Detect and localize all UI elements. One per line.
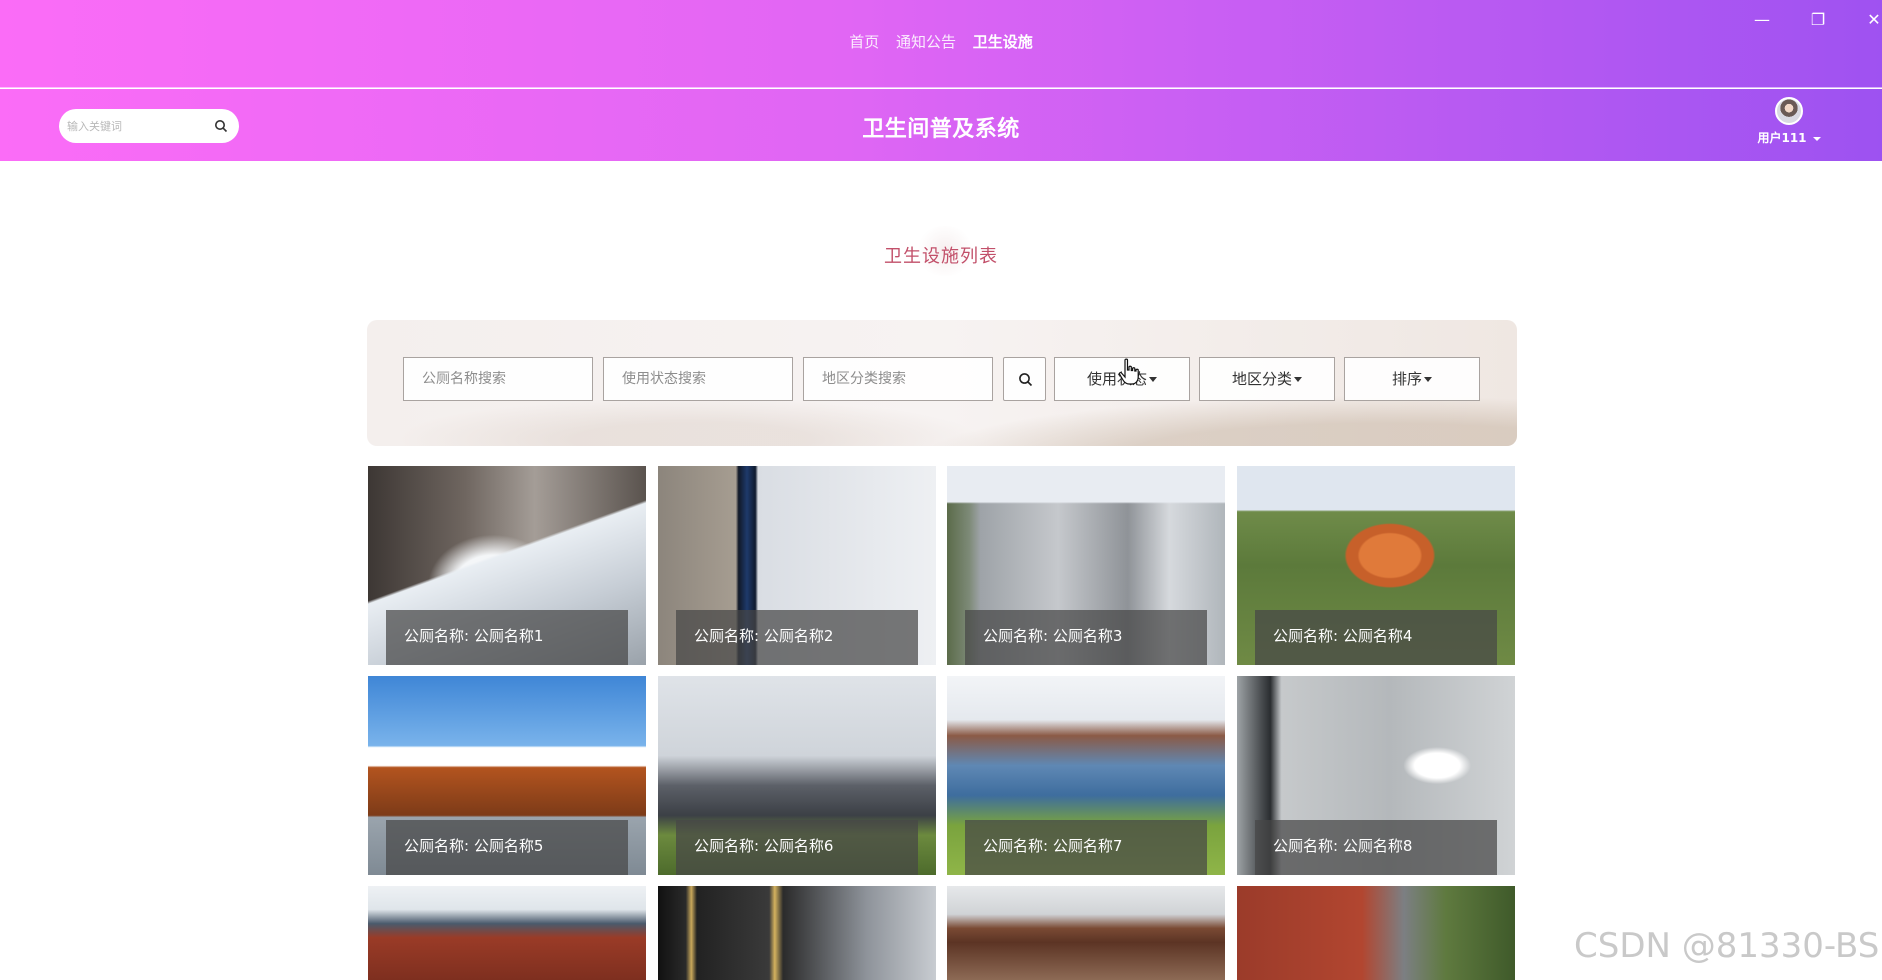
search-icon <box>1019 373 1033 387</box>
site-header: 卫生间普及系统 用户111 <box>0 89 1882 161</box>
facility-card[interactable]: 公厕名称: 公厕名称4 <box>1237 466 1515 665</box>
facility-card[interactable] <box>947 886 1225 980</box>
nav-link-home[interactable]: 首页 <box>849 31 879 52</box>
page-title: 卫生设施列表 <box>884 246 998 267</box>
facility-photo <box>368 886 646 980</box>
card-caption: 公厕名称: 公厕名称2 <box>676 610 918 665</box>
name-search-input[interactable] <box>403 357 593 401</box>
filter-bar: 使用状态 地区分类 排序 <box>367 320 1517 446</box>
restore-icon[interactable]: ❐ <box>1804 8 1832 32</box>
facility-card[interactable]: 公厕名称: 公厕名称3 <box>947 466 1225 665</box>
facility-card[interactable]: 公厕名称: 公厕名称6 <box>658 676 936 875</box>
chevron-down-icon <box>1294 377 1302 382</box>
status-search-input[interactable] <box>603 357 793 401</box>
facility-card[interactable]: 公厕名称: 公厕名称5 <box>368 676 646 875</box>
avatar[interactable] <box>1775 97 1803 125</box>
hand-cursor-icon <box>1118 358 1139 385</box>
site-title: 卫生间普及系统 <box>862 117 1020 142</box>
chevron-down-icon <box>1149 377 1157 382</box>
username: 用户111 <box>1757 131 1807 145</box>
facility-card[interactable] <box>368 886 646 980</box>
facility-photo <box>947 886 1225 980</box>
region-dropdown-label: 地区分类 <box>1231 370 1292 388</box>
facility-card[interactable]: 公厕名称: 公厕名称1 <box>368 466 646 665</box>
minimize-icon[interactable]: — <box>1748 8 1776 32</box>
facility-photo <box>1237 886 1515 980</box>
facility-card[interactable]: 公厕名称: 公厕名称2 <box>658 466 936 665</box>
sort-dropdown[interactable]: 排序 <box>1344 357 1480 401</box>
region-dropdown[interactable]: 地区分类 <box>1199 357 1335 401</box>
region-search-input[interactable] <box>803 357 993 401</box>
chevron-down-icon <box>1424 377 1432 382</box>
card-caption: 公厕名称: 公厕名称3 <box>965 610 1207 665</box>
facility-card[interactable]: 公厕名称: 公厕名称8 <box>1237 676 1515 875</box>
sort-dropdown-label: 排序 <box>1391 370 1422 388</box>
card-caption: 公厕名称: 公厕名称1 <box>386 610 628 665</box>
card-caption: 公厕名称: 公厕名称7 <box>965 820 1207 875</box>
card-caption: 公厕名称: 公厕名称4 <box>1255 610 1497 665</box>
card-caption: 公厕名称: 公厕名称8 <box>1255 820 1497 875</box>
nav-link-notices[interactable]: 通知公告 <box>896 31 956 52</box>
card-caption: 公厕名称: 公厕名称6 <box>676 820 918 875</box>
card-caption: 公厕名称: 公厕名称5 <box>386 820 628 875</box>
facility-photo <box>658 886 936 980</box>
top-nav-bar: 首页 通知公告 卫生设施 — ❐ ✕ <box>0 0 1882 88</box>
facility-card[interactable] <box>1237 886 1515 980</box>
user-menu[interactable]: 用户111 <box>1748 97 1830 146</box>
facility-card[interactable]: 公厕名称: 公厕名称7 <box>947 676 1225 875</box>
chevron-down-icon <box>1812 136 1821 141</box>
nav-link-facilities[interactable]: 卫生设施 <box>973 31 1033 52</box>
search-button[interactable] <box>1003 357 1046 401</box>
facility-card[interactable] <box>658 886 936 980</box>
top-nav-links: 首页 通知公告 卫生设施 <box>0 31 1882 52</box>
watermark-text: CSDN @81330-BS <box>1574 926 1880 966</box>
close-icon[interactable]: ✕ <box>1860 8 1882 32</box>
